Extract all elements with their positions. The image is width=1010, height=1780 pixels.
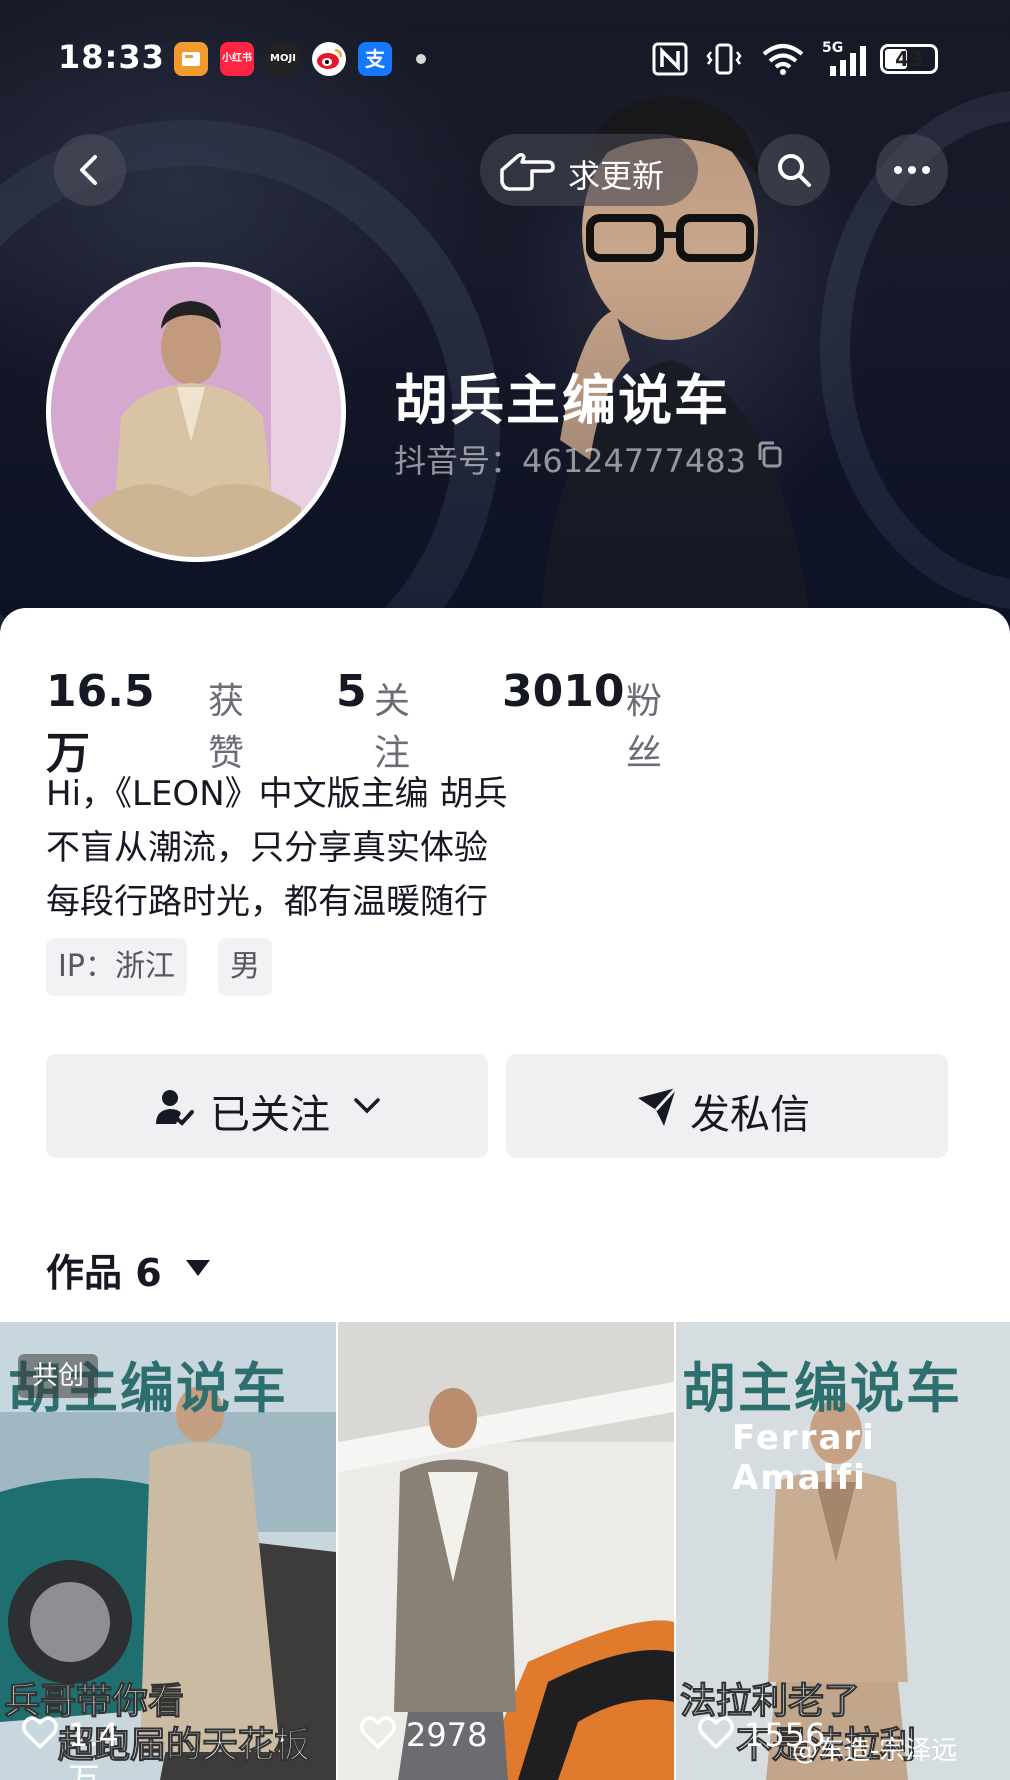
bio-line: 每段行路时光，都有温暖随行: [46, 882, 488, 922]
avatar-image: [51, 267, 341, 557]
send-message-label: 发私信: [690, 1092, 810, 1138]
followers-label[interactable]: 粉丝: [626, 672, 662, 776]
followed-label: 已关注: [210, 1092, 330, 1138]
mail-app-icon: [174, 42, 208, 76]
copy-icon[interactable]: [756, 440, 784, 470]
status-bar: 18:33 小红书 MOJI 支 5G 43: [0, 30, 1010, 86]
nfc-icon: [652, 42, 688, 76]
more-dots-icon: [894, 166, 930, 174]
alipay-app-icon: 支: [358, 42, 392, 76]
heart-icon: [698, 1716, 734, 1749]
search-button[interactable]: [758, 134, 830, 206]
status-time: 18:33: [58, 38, 165, 76]
send-icon: [638, 1086, 678, 1126]
gender-tag: 男: [218, 938, 272, 996]
following-count[interactable]: 5: [336, 666, 367, 717]
works-tab[interactable]: 作品 6: [46, 1242, 162, 1297]
caret-down-icon[interactable]: [184, 1258, 212, 1278]
request-update-label: 求更新: [568, 157, 665, 195]
video-tile[interactable]: 胡主编说车 共创 兵哥带你看 超跑届的天花板 1.4万: [0, 1322, 336, 1780]
bio-line: Hi，《LEON》中文版主编 胡兵: [46, 774, 508, 814]
video-tile[interactable]: 2978: [338, 1322, 674, 1780]
chevron-left-icon: [80, 155, 97, 185]
battery-icon: 43: [880, 44, 938, 74]
following-label[interactable]: 关注: [374, 672, 410, 776]
weibo-watermark: @车造-宗泽远: [792, 1736, 958, 1766]
followers-count[interactable]: 3010: [502, 666, 624, 717]
video-likes-count: 2978: [406, 1716, 488, 1754]
bio-line: 不盲从潮流，只分享真实体验: [46, 828, 488, 868]
battery-level: 43: [895, 47, 923, 71]
wifi-icon: [762, 44, 804, 75]
send-message-button[interactable]: 发私信: [506, 1054, 948, 1158]
heart-icon: [360, 1716, 396, 1749]
request-update-button[interactable]: 求更新: [480, 134, 698, 206]
video-likes-count: 1.4万: [68, 1716, 119, 1780]
xiaohongshu-app-icon: 小红书: [220, 42, 254, 76]
pointing-hand-icon: [500, 152, 555, 191]
profile-name: 胡兵主编说车: [394, 369, 730, 432]
video-tile[interactable]: 胡主编说车 Ferrari Amalfi 法拉利老了 不是法拉利 1556: [676, 1322, 1010, 1780]
more-button[interactable]: [876, 134, 948, 206]
weibo-app-icon: [312, 42, 346, 76]
heart-icon: [22, 1716, 58, 1749]
user-check-icon: [156, 1090, 194, 1126]
likes-label: 获赞: [208, 681, 245, 774]
followed-button[interactable]: 已关注: [46, 1054, 488, 1158]
notification-dot: [416, 54, 426, 64]
chevron-down-icon: [354, 1098, 380, 1114]
search-icon: [778, 154, 811, 187]
douyin-id: 抖音号：46124777483: [394, 442, 746, 480]
ferrari-amalfi-text: Ferrari Amalfi: [732, 1418, 876, 1498]
avatar[interactable]: [46, 262, 346, 562]
video-thumbnail: [338, 1322, 674, 1780]
ip-location-tag: IP：浙江: [46, 938, 187, 996]
video-title-overlay: 胡主编说车: [682, 1357, 962, 1420]
moji-weather-app-icon: MOJI: [266, 42, 300, 76]
vibrate-icon: [706, 43, 742, 75]
likes-count: 16.5万: [46, 666, 155, 779]
cocreate-badge: 共创: [18, 1354, 98, 1398]
video-grid: 胡主编说车 共创 兵哥带你看 超跑届的天花板 1.4万 2978 胡主编说车 F…: [0, 1322, 1010, 1780]
back-button[interactable]: [54, 134, 126, 206]
signal-icon: [830, 46, 866, 76]
